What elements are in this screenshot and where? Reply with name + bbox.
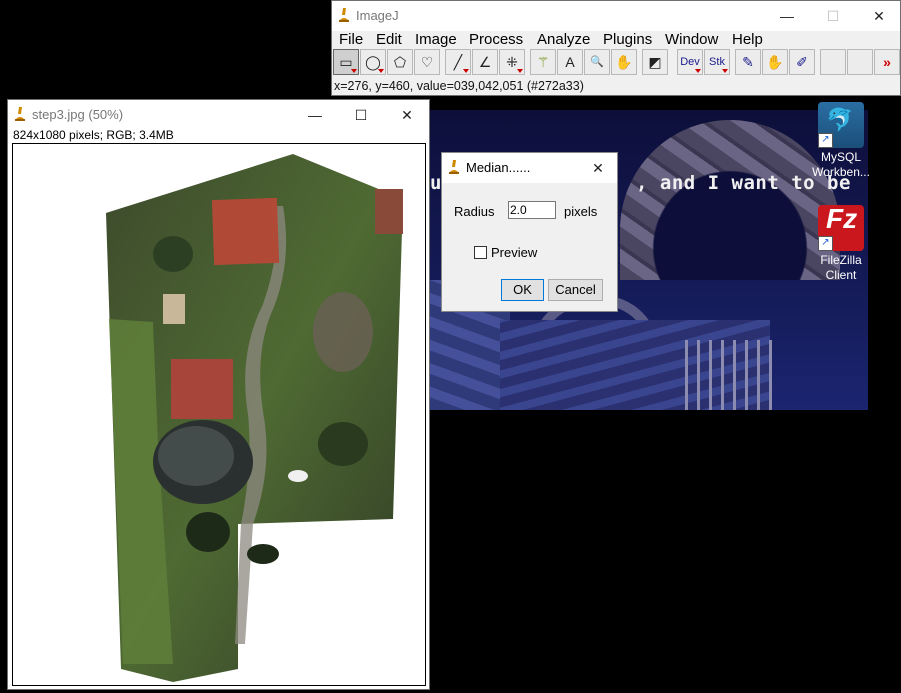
desktop-icon-label: Client: [825, 268, 857, 282]
developer-menu-icon[interactable]: Dev: [677, 49, 703, 75]
pencil-tool-icon[interactable]: ✐: [789, 49, 815, 75]
shortcut-arrow-icon: ↗: [818, 236, 833, 251]
units-label: pixels: [564, 204, 598, 219]
maximize-button[interactable]: ☐: [810, 1, 856, 31]
radius-label: Radius: [454, 204, 495, 219]
point-tool-icon[interactable]: ⁜: [499, 49, 525, 75]
hand-tool-icon[interactable]: ✋: [611, 49, 637, 75]
freehand-tool-icon[interactable]: ♡: [414, 49, 440, 75]
menu-process[interactable]: Process: [469, 31, 523, 48]
mysql-workbench-icon: 🐬 ↗: [818, 102, 864, 148]
maximize-button[interactable]: ☐: [338, 100, 384, 130]
menu-bar: File Edit Image Process Analyze Plugins …: [332, 31, 900, 51]
polygon-tool-icon[interactable]: ⬠: [387, 49, 413, 75]
cancel-button[interactable]: Cancel: [548, 279, 603, 301]
desktop-icon-label: MySQL: [820, 150, 861, 164]
filezilla-icon: Fz ↗: [818, 205, 864, 251]
menu-window[interactable]: Window: [665, 31, 718, 48]
radius-input[interactable]: [508, 201, 556, 219]
imagej-titlebar[interactable]: ImageJ — ☐ ✕: [332, 1, 900, 31]
status-bar: x=276, y=460, value=039,042,051 (#272a33…: [334, 79, 584, 93]
preview-label: Preview: [491, 245, 538, 260]
close-button[interactable]: ✕: [578, 153, 618, 183]
menu-image[interactable]: Image: [415, 31, 457, 48]
flood-fill-tool-icon[interactable]: ✋: [762, 49, 788, 75]
empty-tool-slot[interactable]: [847, 49, 873, 75]
desktop-icon-label: Workben...: [812, 165, 870, 179]
close-button[interactable]: ✕: [856, 1, 901, 31]
imagej-microscope-icon: [339, 8, 349, 22]
imagej-microscope-icon: [449, 160, 459, 174]
rectangle-tool-icon[interactable]: ▭: [333, 49, 359, 75]
angle-tool-icon[interactable]: ∠: [472, 49, 498, 75]
window-title: ImageJ: [356, 8, 399, 23]
image-window-titlebar[interactable]: step3.jpg (50%) — ☐ ✕: [8, 100, 429, 130]
wand-tool-icon[interactable]: ⚚: [530, 49, 556, 75]
window-title: step3.jpg (50%): [32, 107, 124, 122]
line-tool-icon[interactable]: ╱: [445, 49, 471, 75]
minimize-button[interactable]: —: [764, 1, 810, 31]
median-dialog: Median...... ✕ Radius pixels Preview OK …: [441, 152, 618, 312]
dialog-titlebar[interactable]: Median...... ✕: [442, 153, 617, 183]
brush-tool-icon[interactable]: ✎: [735, 49, 761, 75]
image-window: step3.jpg (50%) — ☐ ✕ 824x1080 pixels; R…: [7, 99, 430, 690]
menu-analyze[interactable]: Analyze: [537, 31, 590, 48]
preview-checkbox[interactable]: [474, 246, 487, 259]
image-info: 824x1080 pixels; RGB; 3.4MB: [13, 128, 174, 142]
color-picker-tool-icon[interactable]: ◩: [642, 49, 668, 75]
empty-tool-slot[interactable]: [820, 49, 846, 75]
minimize-button[interactable]: —: [292, 100, 338, 130]
dialog-title: Median......: [466, 160, 531, 175]
desktop-icon-mysql-workbench[interactable]: 🐬 ↗ MySQL Workben...: [801, 102, 881, 180]
more-tools-icon[interactable]: »: [874, 49, 900, 75]
tool-bar: ▭ ◯ ⬠ ♡ ╱ ∠ ⁜ ⚚ A 🔍 ✋ ◩ Dev Stk ✎ ✋ ✐ »: [332, 49, 901, 77]
image-canvas[interactable]: [12, 143, 426, 686]
menu-file[interactable]: File: [339, 31, 363, 48]
menu-edit[interactable]: Edit: [376, 31, 402, 48]
text-tool-icon[interactable]: A: [557, 49, 583, 75]
magnifier-tool-icon[interactable]: 🔍: [584, 49, 610, 75]
menu-plugins[interactable]: Plugins: [603, 31, 652, 48]
aerial-photo: [106, 154, 403, 682]
desktop-icon-label: FileZilla: [820, 253, 862, 267]
shortcut-arrow-icon: ↗: [818, 133, 833, 148]
ok-button[interactable]: OK: [501, 279, 544, 301]
close-button[interactable]: ✕: [384, 100, 430, 130]
desktop-icon-filezilla[interactable]: Fz ↗ FileZilla Client: [801, 205, 881, 283]
imagej-window: ImageJ — ☐ ✕ File Edit Image Process Ana…: [331, 0, 901, 96]
stack-menu-icon[interactable]: Stk: [704, 49, 730, 75]
stair-railing: [685, 340, 775, 410]
menu-help[interactable]: Help: [732, 31, 763, 48]
oval-tool-icon[interactable]: ◯: [360, 49, 386, 75]
imagej-microscope-icon: [15, 107, 25, 121]
